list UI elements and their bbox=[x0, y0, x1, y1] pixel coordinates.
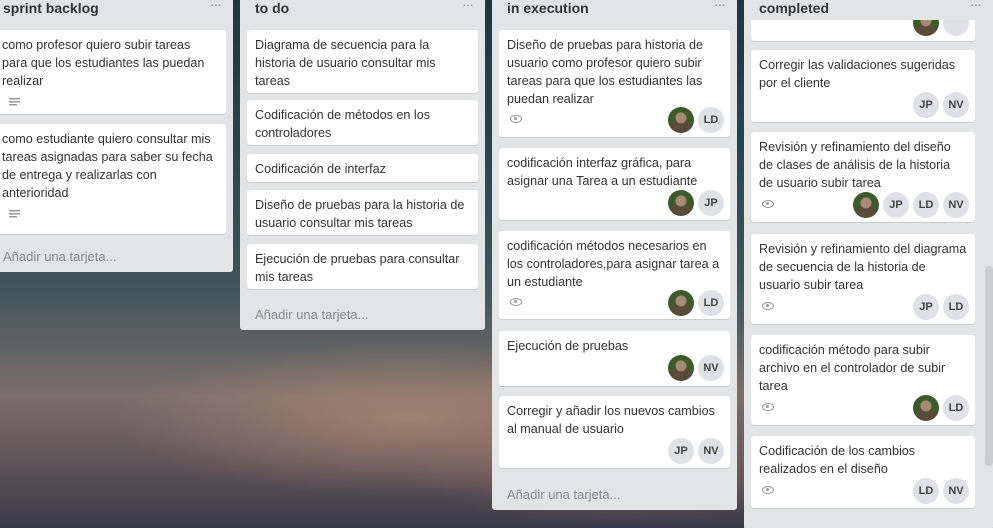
card[interactable]: Revisión y refinamiento del diseño de cl… bbox=[751, 132, 975, 222]
watching-eye-icon bbox=[762, 200, 774, 208]
card-members: LD bbox=[668, 107, 724, 133]
card-members: JP LD NV bbox=[853, 192, 969, 218]
avatar[interactable]: LD bbox=[913, 478, 939, 504]
card-members: JP bbox=[668, 190, 724, 216]
card[interactable]: codificación métodos necesarios en los c… bbox=[499, 231, 730, 319]
avatar[interactable] bbox=[668, 190, 694, 216]
card-title: Revisión y refinamiento del diagrama de … bbox=[759, 242, 967, 292]
list-menu-icon[interactable]: ··· bbox=[210, 0, 222, 12]
card[interactable]: codificación método para subir archivo e… bbox=[751, 335, 975, 425]
list-header: completed ··· bbox=[744, 0, 993, 20]
avatar[interactable]: NV bbox=[698, 438, 724, 464]
list-completed: completed ··· Corregir las validaciones … bbox=[744, 0, 993, 528]
add-card-link[interactable]: Añadir una tarjeta... bbox=[3, 249, 116, 264]
list-title[interactable]: completed bbox=[759, 0, 829, 16]
add-card-link[interactable]: Añadir una tarjeta... bbox=[507, 487, 620, 502]
watching-eye-icon bbox=[510, 298, 522, 306]
avatar[interactable]: NV bbox=[943, 92, 969, 118]
avatar[interactable] bbox=[853, 192, 879, 218]
avatar[interactable]: JP bbox=[913, 294, 939, 320]
list-in-execution: in execution ··· Diseño de pruebas para … bbox=[492, 0, 737, 510]
card-members: JP NV bbox=[668, 438, 724, 464]
card-members: LD bbox=[913, 395, 969, 421]
card-members: JP LD bbox=[913, 294, 969, 320]
card-title: Codificación de interfaz bbox=[255, 162, 386, 176]
list-menu-icon[interactable]: ··· bbox=[714, 0, 726, 12]
list-header: in execution ··· bbox=[492, 0, 737, 20]
list-sprint-backlog: sprint backlog ··· como profesor quiero … bbox=[0, 0, 233, 272]
card-title: como profesor quiero subir tareas para q… bbox=[2, 38, 205, 88]
card-members: LD NV bbox=[913, 478, 969, 504]
avatar[interactable]: LD bbox=[698, 107, 724, 133]
avatar[interactable]: JP bbox=[698, 190, 724, 216]
watching-eye-icon bbox=[510, 115, 522, 123]
card-title: codificación interfaz gráfica, para asig… bbox=[507, 156, 698, 188]
avatar[interactable]: LD bbox=[943, 395, 969, 421]
card[interactable]: Corregir las validaciones sugeridas por … bbox=[751, 50, 975, 122]
avatar[interactable]: NV bbox=[698, 355, 724, 381]
card[interactable]: Diagrama de secuencia para la historia d… bbox=[247, 30, 478, 93]
card[interactable]: Codificación de métodos en los controlad… bbox=[247, 100, 478, 145]
card[interactable]: Revisión y refinamiento del diagrama de … bbox=[751, 234, 975, 324]
list-title[interactable]: in execution bbox=[507, 0, 589, 16]
list-menu-icon[interactable]: ··· bbox=[462, 0, 474, 12]
list-menu-icon[interactable]: ··· bbox=[970, 0, 982, 12]
card[interactable]: Codificación de los cambios realizados e… bbox=[751, 436, 975, 508]
card-title: Codificación de los cambios realizados e… bbox=[759, 444, 916, 476]
avatar[interactable]: NV bbox=[943, 478, 969, 504]
avatar[interactable] bbox=[668, 290, 694, 316]
watching-eye-icon bbox=[762, 486, 774, 494]
card-title: Ejecución de pruebas bbox=[507, 339, 629, 353]
avatar[interactable] bbox=[668, 355, 694, 381]
card-members: LD bbox=[668, 290, 724, 316]
card-title: Diseño de pruebas para la historia de us… bbox=[255, 198, 465, 230]
card-title: Ejecución de pruebas para consultar mis … bbox=[255, 252, 460, 284]
avatar[interactable]: JP bbox=[668, 438, 694, 464]
list-title[interactable]: to do bbox=[255, 0, 289, 16]
card-members: JP NV bbox=[913, 92, 969, 118]
list-to-do: to do ··· Diagrama de secuencia para la … bbox=[240, 0, 485, 330]
card[interactable]: como profesor quiero subir tareas para q… bbox=[0, 30, 226, 114]
card[interactable]: Ejecución de pruebas NV bbox=[499, 331, 730, 386]
add-card-link[interactable]: Añadir una tarjeta... bbox=[255, 307, 368, 322]
card-members: NV bbox=[668, 355, 724, 381]
card-title: codificación métodos necesarios en los c… bbox=[507, 239, 720, 289]
card[interactable]: codificación interfaz gráfica, para asig… bbox=[499, 148, 730, 220]
card-title: Diagrama de secuencia para la historia d… bbox=[255, 38, 436, 88]
card[interactable]: como estudiante quiero consultar mis tar… bbox=[0, 124, 226, 234]
card-title: Revisión y refinamiento del diseño de cl… bbox=[759, 140, 951, 190]
card-title: Codificación de métodos en los controlad… bbox=[255, 108, 431, 140]
card-title: Corregir y añadir los nuevos cambios al … bbox=[507, 404, 715, 436]
watching-eye-icon bbox=[762, 403, 774, 411]
card[interactable]: Codificación de interfaz bbox=[247, 154, 478, 182]
card-title: Diseño de pruebas para historia de usuar… bbox=[507, 38, 704, 106]
avatar[interactable]: JP bbox=[913, 92, 939, 118]
description-icon bbox=[9, 98, 20, 107]
card-title: codificación método para subir archivo e… bbox=[759, 343, 946, 393]
avatar[interactable]: LD bbox=[943, 294, 969, 320]
list-title[interactable]: sprint backlog bbox=[3, 0, 99, 16]
list-scrollbar[interactable] bbox=[985, 266, 993, 466]
card[interactable]: Diseño de pruebas para la historia de us… bbox=[247, 190, 478, 235]
list-header: sprint backlog ··· bbox=[0, 0, 233, 20]
description-icon bbox=[9, 210, 20, 219]
avatar[interactable]: LD bbox=[913, 192, 939, 218]
avatar[interactable] bbox=[913, 395, 939, 421]
card[interactable]: Diseño de pruebas para historia de usuar… bbox=[499, 30, 730, 137]
watching-eye-icon bbox=[762, 302, 774, 310]
avatar[interactable]: NV bbox=[943, 192, 969, 218]
card-title: como estudiante quiero consultar mis tar… bbox=[2, 132, 213, 200]
avatar[interactable]: JP bbox=[883, 192, 909, 218]
avatar[interactable] bbox=[668, 107, 694, 133]
card-title: Corregir las validaciones sugeridas por … bbox=[759, 58, 955, 90]
avatar[interactable]: LD bbox=[698, 290, 724, 316]
card[interactable]: Corregir y añadir los nuevos cambios al … bbox=[499, 396, 730, 468]
card[interactable]: Ejecución de pruebas para consultar mis … bbox=[247, 244, 478, 289]
list-header: to do ··· bbox=[240, 0, 485, 20]
